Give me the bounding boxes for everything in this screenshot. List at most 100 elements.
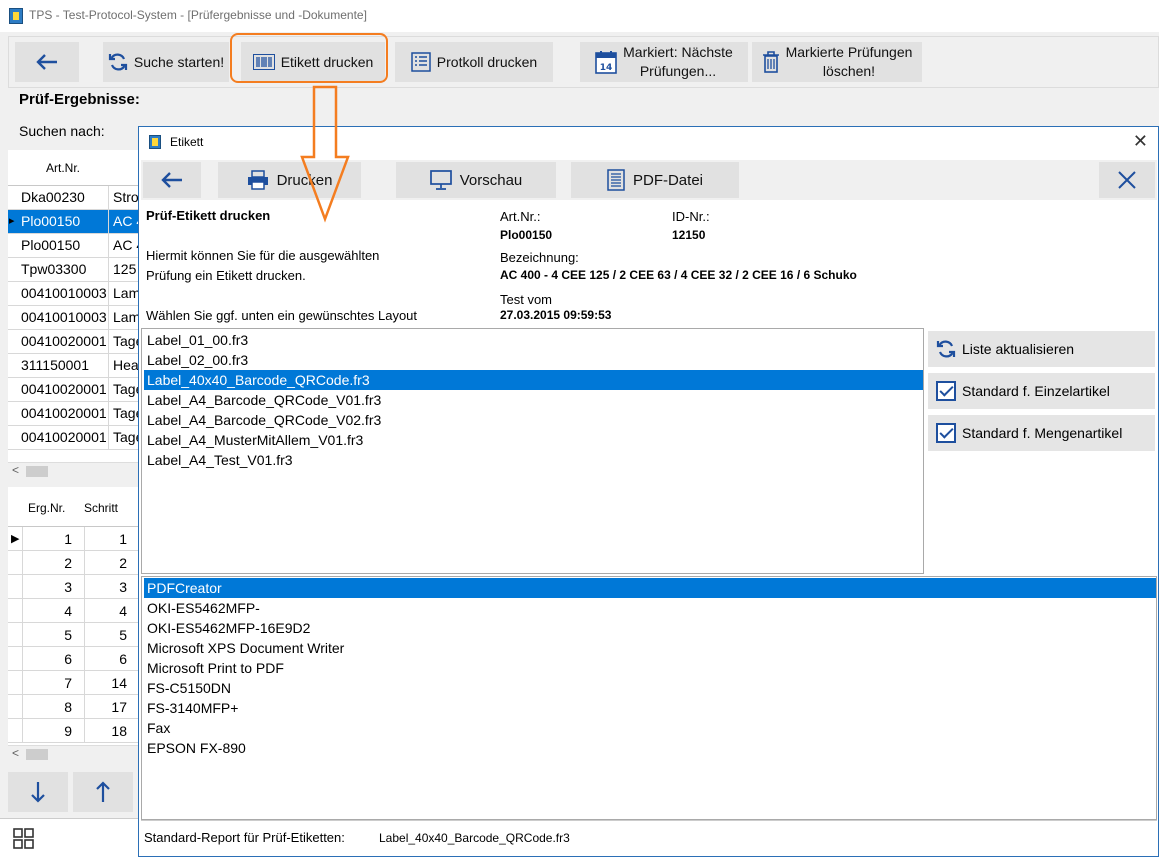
table-row[interactable]: 22 [8,551,142,575]
printer-list-item[interactable]: OKI-ES5462MFP-16E9D2 [144,618,1156,638]
column-divider [84,527,85,551]
printer-list-item[interactable]: Fax [144,718,1156,738]
dialog-close-button[interactable] [1099,162,1155,198]
next-tests-button[interactable]: 14 Markiert: Nächste Prüfungen... [580,42,748,82]
printer-list-item[interactable]: FS-C5150DN [144,678,1156,698]
result-nr-cell: 7 [64,675,72,691]
layout-list-item[interactable]: Label_A4_Barcode_QRCode_V01.fr3 [144,390,923,410]
arrow-down-icon [31,782,45,803]
step-cell: 2 [119,555,127,571]
table-row[interactable]: Tpw03300 125 [8,258,142,282]
highlight-frame [230,33,388,83]
row-pointer-icon: ▶ [11,533,20,545]
printer-list[interactable]: PDFCreator OKI-ES5462MFP- OKI-ES5462MFP-16… [141,576,1157,820]
std-multi-checkbox[interactable]: Standard f. Mengenartikel [928,415,1155,451]
move-up-button[interactable] [73,772,133,812]
table-row[interactable]: 00410020001 Tage [8,402,142,426]
delete-marked-button[interactable]: Markierte Prüfungen löschen! [752,42,922,82]
printer-list-item[interactable]: FS-3140MFP+ [144,698,1156,718]
table-row[interactable]: 66 [8,647,142,671]
table-row[interactable]: 00410020001 Tage [8,378,142,402]
layout-list-item[interactable]: Label_01_00.fr3 [144,330,923,350]
search-start-button[interactable]: Suche starten! [103,42,229,82]
table-row[interactable]: 55 [8,623,142,647]
table-row[interactable]: Dka00230 Stro [8,186,142,210]
art-nr-cell: 00410020001 [21,429,107,445]
column-divider [84,695,85,719]
steps-header-nr: Erg.Nr. [28,501,66,515]
grid-header-art: Art.Nr. [46,161,81,175]
table-row[interactable]: 8 17 [8,695,142,719]
std-single-checkbox[interactable]: Standard f. Einzelartikel [928,373,1155,409]
bez-value: AC 400 - 4 CEE 125 / 2 CEE 63 / 4 CEE 32… [500,268,857,282]
scroll-thumb[interactable] [26,466,48,477]
art-nr-cell: Dka00230 [21,189,85,205]
arrow-up-icon [96,781,110,802]
back-button[interactable] [15,42,79,82]
column-divider [108,402,109,426]
art-label: Art.Nr.: [500,209,541,224]
refresh-icon [936,340,956,358]
art-value: Plo00150 [500,228,553,242]
printer-list-item[interactable]: OKI-ES5462MFP- [144,598,1156,618]
search-start-label: Suche starten! [133,54,225,70]
column-divider [84,575,85,599]
results-hscroll[interactable]: < [8,462,142,479]
layout-list-item[interactable]: Label_02_00.fr3 [144,350,923,370]
pdf-label: PDF-Datei [632,171,703,189]
dialog-title: Etikett [170,135,204,149]
dialog-close-icon[interactable]: ✕ [1133,131,1148,152]
column-divider [22,623,23,647]
art-nr-cell: 311150001 [21,357,89,373]
result-nr-cell: 2 [64,555,72,571]
printer-list-item[interactable]: Microsoft XPS Document Writer [144,638,1156,658]
close-icon [1118,171,1136,189]
dialog-back-button[interactable] [143,162,201,198]
checkbox-checked-icon[interactable] [936,423,956,443]
table-row[interactable]: 44 [8,599,142,623]
table-row[interactable]: 00410010003 Lam [8,282,142,306]
printer-list-item[interactable]: EPSON FX-890 [144,738,1156,758]
steps-hscroll[interactable]: < [8,745,142,762]
refresh-list-button[interactable]: Liste aktualisieren [928,331,1155,367]
printer-list-item[interactable]: Microsoft Print to PDF [144,658,1156,678]
result-nr-cell: 4 [64,603,72,619]
table-row[interactable]: 33 [8,575,142,599]
move-down-button[interactable] [8,772,68,812]
layout-list[interactable]: Label_01_00.fr3 Label_02_00.fr3 Label_40x4… [141,328,924,574]
table-row[interactable]: 00410020001 Tage [8,426,142,450]
table-row[interactable]: 00410010003 Lam [8,306,142,330]
table-row[interactable]: Plo00150 AC 4 ▸ [8,210,142,234]
table-row[interactable]: 7 14 [8,671,142,695]
step-cell: 4 [119,603,127,619]
column-divider [108,354,109,378]
scroll-left-icon[interactable]: < [12,746,19,760]
description-cell: AC 4 [113,237,141,253]
scroll-left-icon[interactable]: < [12,463,19,477]
grid-view-icon[interactable] [13,828,34,849]
column-divider [108,210,109,234]
checkbox-checked-icon[interactable] [936,381,956,401]
layout-list-item[interactable]: Label_A4_Barcode_QRCode_V02.fr3 [144,410,923,430]
std-multi-label: Standard f. Mengenartikel [962,425,1123,441]
printer-list-item[interactable]: PDFCreator [144,578,1156,598]
column-divider [108,186,109,210]
description-cell: Stro [113,189,139,205]
table-row[interactable]: 1 1 ▶ [8,527,142,551]
main-titlebar: TPS - Test-Protocol-System - [Prüfergebn… [0,0,1159,32]
preview-button[interactable]: Vorschau [396,162,556,198]
layout-list-item[interactable]: Label_A4_Test_V01.fr3 [144,450,923,470]
scroll-thumb[interactable] [26,749,48,760]
layout-list-item[interactable]: Label_40x40_Barcode_QRCode.fr3 [144,370,923,390]
pdf-button[interactable]: PDF-Datei [571,162,739,198]
table-row[interactable]: 9 18 [8,719,142,743]
layout-list-item[interactable]: Label_A4_MusterMitAllem_V01.fr3 [144,430,923,450]
table-row[interactable]: 311150001 Hea [8,354,142,378]
table-row[interactable]: Plo00150 AC 4 [8,234,142,258]
table-row[interactable]: 00410020001 Tage [8,330,142,354]
protocol-print-button[interactable]: Protkoll drucken [395,42,553,82]
column-divider [84,671,85,695]
results-grid: Art.Nr. Dka00230 Stro Plo00150AC 4▸Plo0015… [8,150,142,479]
grid-header: Art.Nr. [8,150,142,186]
steps-header: Erg.Nr. Schritt [8,487,142,527]
